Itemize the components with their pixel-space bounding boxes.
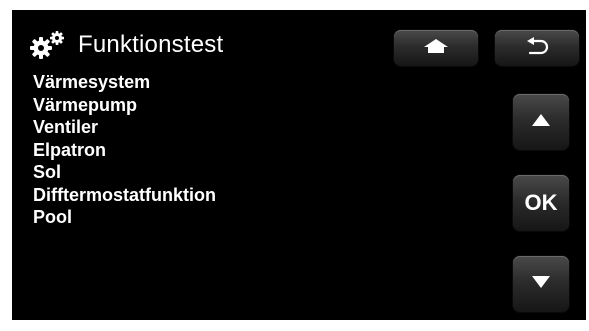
ok-button[interactable]: OK: [513, 175, 569, 231]
up-arrow-icon: [530, 112, 552, 133]
back-button[interactable]: [495, 30, 579, 66]
function-test-menu: Värmesystem Värmepump Ventiler Elpatron …: [33, 71, 216, 229]
home-button[interactable]: [394, 30, 478, 66]
scroll-down-button[interactable]: [513, 256, 569, 312]
menu-item-difftermostatfunktion[interactable]: Difftermostatfunktion: [33, 184, 216, 207]
down-arrow-icon: [530, 274, 552, 295]
menu-item-varmepump[interactable]: Värmepump: [33, 94, 216, 117]
home-icon: [418, 37, 454, 60]
menu-item-pool[interactable]: Pool: [33, 206, 216, 229]
gears-icon: [28, 30, 68, 60]
ok-button-label: OK: [524, 190, 558, 215]
menu-item-elpatron[interactable]: Elpatron: [33, 139, 216, 162]
page-title: Funktionstest: [78, 31, 224, 58]
scroll-up-button[interactable]: [513, 94, 569, 150]
display-screen: Funktionstest Värmesystem Värmepump Vent…: [12, 10, 586, 320]
menu-item-sol[interactable]: Sol: [33, 161, 216, 184]
menu-item-ventiler[interactable]: Ventiler: [33, 116, 216, 139]
menu-item-varmesystem[interactable]: Värmesystem: [33, 71, 216, 94]
header: Funktionstest: [28, 28, 223, 62]
back-arrow-icon: [522, 36, 552, 61]
